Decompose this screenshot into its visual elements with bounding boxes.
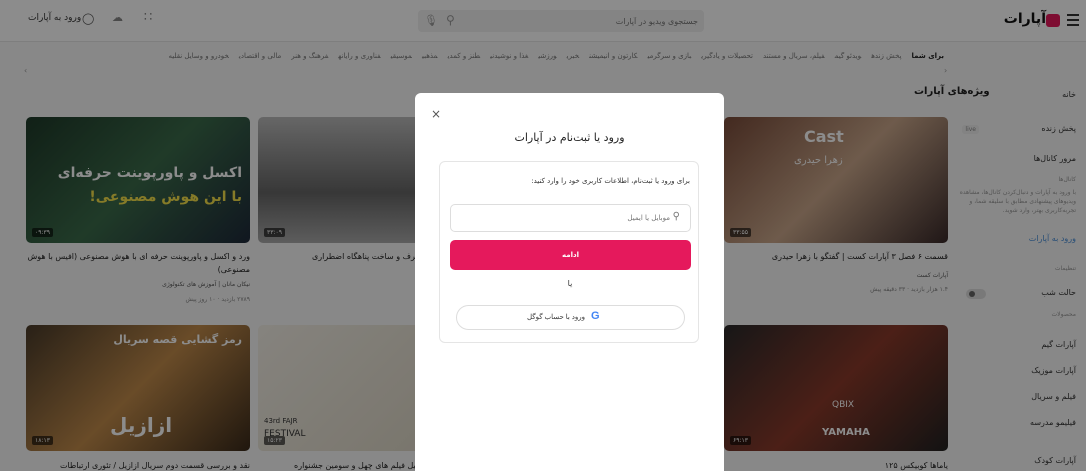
login-form-card: برای ورود یا ثبت‌نام، اطلاعات کاربری خود… [439, 161, 699, 343]
google-login-button[interactable]: ورود با حساب گوگل G [456, 305, 685, 330]
google-login-label: ورود با حساب گوگل [527, 314, 586, 321]
google-icon: G [591, 310, 600, 322]
modal-title: ورود یا ثبت‌نام در آپارات [514, 131, 625, 144]
login-modal: × ورود یا ثبت‌نام در آپارات برای ورود یا… [415, 93, 724, 471]
or-divider: یا [567, 279, 573, 288]
continue-button[interactable]: ادامه [450, 240, 691, 270]
user-icon: ⚲ [672, 211, 680, 222]
login-description: برای ورود یا ثبت‌نام، اطلاعات کاربری خود… [531, 177, 690, 185]
close-icon[interactable]: × [431, 107, 441, 121]
phone-email-input[interactable] [450, 204, 691, 232]
